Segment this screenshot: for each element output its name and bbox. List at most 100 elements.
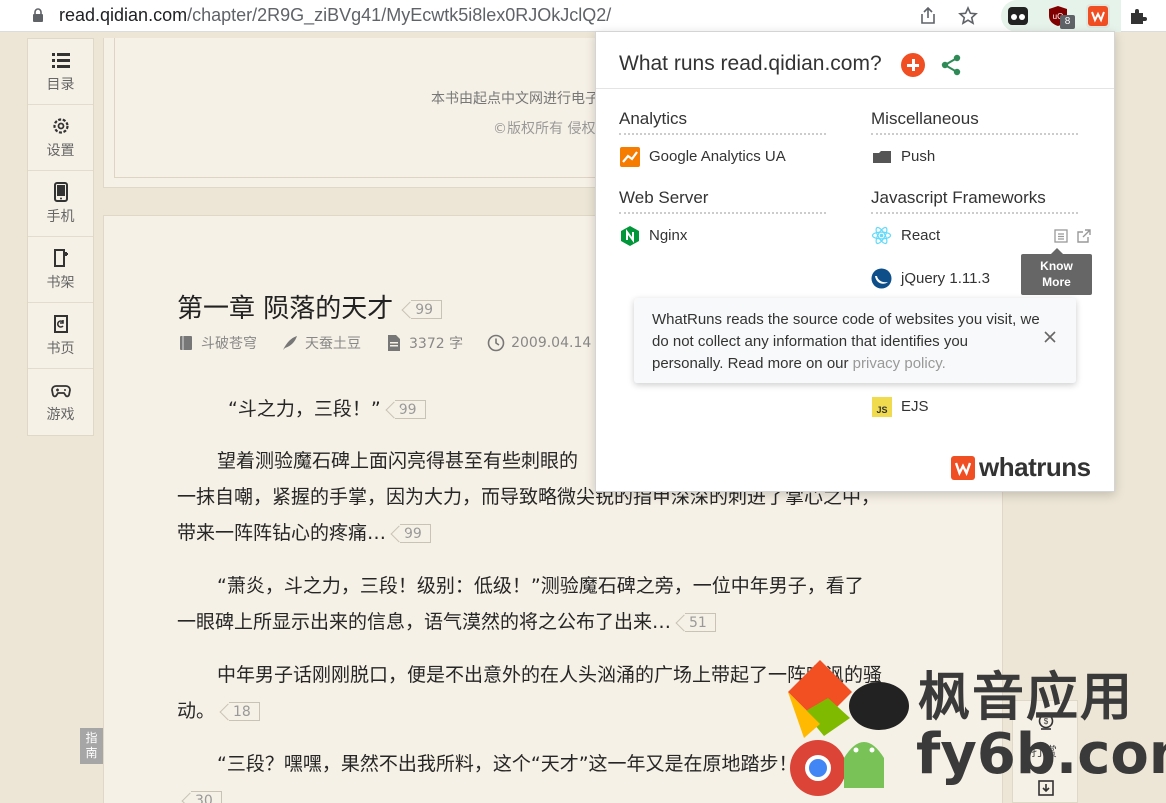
- category-miscellaneous: Miscellaneous: [871, 109, 1078, 135]
- svg-text:JS: JS: [876, 405, 887, 415]
- privacy-policy-link[interactable]: privacy policy.: [853, 355, 946, 372]
- google-analytics-icon: [619, 146, 640, 167]
- watermark-text-url: fy6b.com: [916, 722, 1166, 787]
- details-doc-icon[interactable]: [1053, 228, 1069, 244]
- comment-count[interactable]: 18: [229, 702, 260, 721]
- whatruns-logo-icon: [951, 455, 975, 480]
- category-analytics: Analytics: [619, 109, 826, 135]
- copyright-line-1: 本书由起点中文网进行电子: [431, 91, 599, 107]
- paragraph-line: 动。: [177, 700, 216, 722]
- extension-badge: 8: [1060, 15, 1075, 29]
- clock-icon: [487, 334, 505, 352]
- external-link-icon[interactable]: [1076, 228, 1092, 244]
- list-icon: [51, 52, 70, 68]
- tech-push[interactable]: Push: [871, 146, 935, 167]
- nav-settings-label: 设置: [46, 142, 75, 159]
- tech-google-analytics[interactable]: Google Analytics UA: [619, 146, 786, 167]
- privacy-notice-text: WhatRuns reads the source code of websit…: [652, 309, 1042, 375]
- chapter-title-text: 第一章 陨落的天才: [177, 294, 394, 324]
- tech-jquery[interactable]: jQuery 1.11.3: [871, 268, 990, 289]
- word-count-text: 3372 字: [409, 336, 464, 352]
- nav-book-page-label: 书页: [46, 340, 75, 357]
- chapter-meta: 斗破苍穹 天蚕土豆 3372 字 2009.04.14 18: [177, 333, 638, 353]
- reader-side-nav: 目录 设置 手机 书架 书页 游戏: [27, 38, 94, 436]
- title-comment-count[interactable]: 99: [411, 300, 443, 319]
- nav-bookshelf-label: 书架: [46, 274, 75, 291]
- book-name-text: 斗破苍穹: [201, 336, 257, 352]
- paragraph-line: 带来一阵阵钻心的疼痛…: [177, 522, 387, 544]
- category-web-server: Web Server: [619, 188, 826, 214]
- paragraph-line: “萧炎，斗之力，三段！级别：低级！”测验魔石碑之旁，一位中年男子，看了: [217, 575, 864, 597]
- watermark-text-cn: 枫音应用: [918, 668, 1135, 728]
- know-more-tooltip: Know More: [1021, 248, 1092, 295]
- ejs-icon: JS: [871, 396, 892, 417]
- nav-bookshelf[interactable]: 书架: [28, 237, 93, 303]
- address-bar[interactable]: read.qidian.com/chapter/2R9G_ziBVg41/MyE…: [59, 3, 611, 27]
- popup-header: What runs read.qidian.com?: [596, 32, 1114, 89]
- chapter-title: 第一章 陨落的天才 99: [177, 288, 443, 325]
- copyright-line-2: ©版权所有 侵权: [493, 121, 596, 137]
- whatruns-logo[interactable]: whatruns: [951, 452, 1091, 483]
- whatruns-logo-text: whatruns: [979, 452, 1091, 482]
- guide-tab[interactable]: 指南: [80, 728, 103, 764]
- tech-nginx[interactable]: Nginx: [619, 225, 687, 246]
- lock-icon: [33, 8, 43, 22]
- author-name-text: 天蚕土豆: [305, 336, 361, 352]
- react-icon: [871, 225, 892, 246]
- paragraph: “萧炎，斗之力，三段！级别：低级！”测验魔石碑之旁，一位中年男子，看了 一眼碑上…: [177, 568, 937, 640]
- tech-name: Nginx: [649, 227, 688, 244]
- share-icon[interactable]: [940, 54, 962, 76]
- jquery-icon: [871, 268, 892, 289]
- privacy-notice: WhatRuns reads the source code of websit…: [634, 298, 1076, 383]
- word-count: 3372 字: [385, 333, 463, 353]
- category-js-frameworks: Javascript Frameworks: [871, 188, 1078, 214]
- nav-phone[interactable]: 手机: [28, 171, 93, 237]
- tech-name: jQuery 1.11.3: [901, 270, 990, 287]
- book-name[interactable]: 斗破苍穹: [177, 333, 257, 353]
- incognito-ext-icon[interactable]: [1006, 4, 1030, 28]
- tech-name: Google Analytics UA: [649, 148, 786, 165]
- tech-name: EJS: [901, 398, 929, 415]
- nav-book-page[interactable]: 书页: [28, 303, 93, 369]
- whatruns-ext-icon[interactable]: [1086, 4, 1110, 28]
- tech-react[interactable]: React: [871, 225, 940, 246]
- tech-ejs[interactable]: JS EJS: [871, 396, 929, 417]
- watermark-logo: [788, 660, 909, 796]
- push-icon: [871, 146, 892, 167]
- nav-settings[interactable]: 设置: [28, 105, 93, 171]
- url-host: read.qidian.com: [59, 5, 188, 25]
- nav-catalog-label: 目录: [46, 76, 75, 93]
- comment-count[interactable]: 99: [394, 400, 426, 419]
- popup-title: What runs read.qidian.com?: [619, 52, 882, 75]
- bookshelf-icon: [53, 248, 68, 267]
- close-icon[interactable]: [1042, 329, 1058, 345]
- quill-icon: [283, 336, 297, 350]
- gear-icon: [52, 117, 69, 134]
- comment-count[interactable]: 51: [685, 613, 716, 632]
- paragraph-line: 一眼碑上所显示出来的信息，语气漠然的将之公布了出来…: [177, 611, 672, 633]
- gamepad-icon: [50, 385, 71, 398]
- comment-count[interactable]: 99: [400, 524, 431, 543]
- url-path: /chapter/2R9G_ziBVg41/MyEcwtk5i8lex0RJOk…: [187, 5, 612, 25]
- nginx-icon: [619, 225, 640, 246]
- comment-count[interactable]: 30: [191, 791, 222, 803]
- whatruns-popup: What runs read.qidian.com? Analytics Goo…: [595, 31, 1115, 492]
- share-page-icon[interactable]: [916, 4, 940, 28]
- author-name[interactable]: 天蚕土豆: [281, 333, 361, 353]
- privacy-notice-body: WhatRuns reads the source code of websit…: [652, 311, 1040, 372]
- document-icon: [388, 335, 400, 351]
- nav-games[interactable]: 游戏: [28, 369, 93, 435]
- browser-toolbar: read.qidian.com/chapter/2R9G_ziBVg41/MyE…: [0, 0, 1166, 32]
- bookmark-star-icon[interactable]: [956, 4, 980, 28]
- tech-name: Push: [901, 148, 936, 165]
- add-plus-icon[interactable]: [901, 53, 925, 77]
- paragraph-text: “斗之力，三段！”: [228, 398, 381, 420]
- tech-name: React: [901, 227, 941, 244]
- book-icon: [180, 336, 192, 350]
- nav-phone-label: 手机: [46, 208, 75, 225]
- extensions-puzzle-icon[interactable]: [1126, 4, 1150, 28]
- know-more-text: Know More: [1040, 259, 1073, 289]
- phone-icon: [53, 181, 68, 202]
- book-page-icon: [53, 314, 68, 333]
- nav-catalog[interactable]: 目录: [28, 39, 93, 105]
